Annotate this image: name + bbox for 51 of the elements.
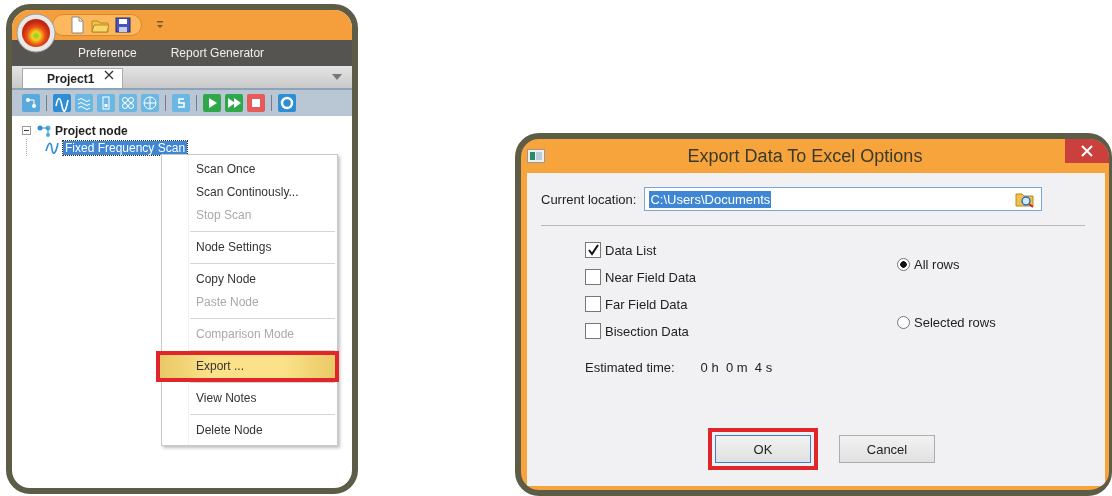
checkbox[interactable]: Data List	[585, 242, 897, 258]
tab-label: Project1	[47, 71, 95, 86]
estimate-value: 0 h 0 m 4 s	[700, 360, 773, 375]
checkbox[interactable]: Bisection Data	[585, 323, 897, 339]
field-value: C:\Users\Documents	[649, 190, 772, 208]
dialog-button[interactable]: Cancel	[839, 435, 935, 463]
close-icon[interactable]	[104, 69, 115, 80]
customize-dropdown-icon[interactable]	[156, 20, 164, 30]
folder-icon[interactable]	[91, 17, 109, 33]
network-icon[interactable]	[22, 94, 40, 112]
menu-tab[interactable]: Report Generator	[170, 46, 265, 60]
globe-icon[interactable]	[141, 94, 159, 112]
estimate-label: Estimated time:	[585, 360, 675, 375]
waves-icon[interactable]	[75, 94, 93, 112]
field-label: Current location:	[541, 191, 637, 207]
menu-item[interactable]: Delete Node	[190, 419, 335, 442]
checkbox[interactable]: Near Field Data	[585, 269, 897, 285]
location-field[interactable]: C:\Users\Documents	[644, 187, 1043, 211]
settings-icon[interactable]	[278, 94, 296, 112]
stop-icon[interactable]	[247, 94, 265, 112]
fast-forward-icon[interactable]	[225, 94, 243, 112]
save-icon[interactable]	[115, 17, 131, 33]
window-title: Export Data To Excel Options	[686, 145, 924, 167]
tree-node-label[interactable]: Project node	[55, 123, 128, 138]
collapse-icon[interactable]	[22, 126, 31, 135]
dialog-button[interactable]: OK	[715, 435, 811, 463]
tab-list-caret-icon[interactable]	[332, 74, 342, 80]
window-icon	[527, 149, 545, 163]
script-icon[interactable]	[172, 94, 190, 112]
menu-item[interactable]: Copy Node	[190, 268, 335, 291]
menu-item[interactable]: Scan Once	[190, 158, 335, 181]
tree-node-label[interactable]: Fixed Frequency Scan	[63, 140, 188, 155]
new-document-icon[interactable]	[69, 16, 85, 34]
menu-tab[interactable]: Preference	[78, 46, 137, 60]
wave-icon	[45, 141, 59, 154]
wave-icon[interactable]	[53, 94, 71, 112]
document-tab[interactable]: Project1	[22, 68, 124, 88]
node-tree-icon	[37, 124, 51, 137]
device-icon[interactable]	[97, 94, 115, 112]
close-icon	[1081, 145, 1093, 157]
radio-button[interactable]: Selected rows	[897, 315, 996, 330]
menu-item[interactable]: Node Settings	[190, 236, 335, 259]
checkbox[interactable]: Far Field Data	[585, 296, 897, 312]
radio-button[interactable]: All rows	[897, 257, 996, 272]
checkmark-icon	[587, 244, 599, 256]
close-button[interactable]	[1065, 139, 1109, 163]
menu-item[interactable]: Scan Continously...	[190, 181, 335, 204]
folder-search-icon[interactable]	[1015, 190, 1036, 208]
grid-icon[interactable]	[119, 94, 137, 112]
play-icon[interactable]	[203, 94, 221, 112]
menu-item[interactable]: View Notes	[190, 387, 335, 410]
